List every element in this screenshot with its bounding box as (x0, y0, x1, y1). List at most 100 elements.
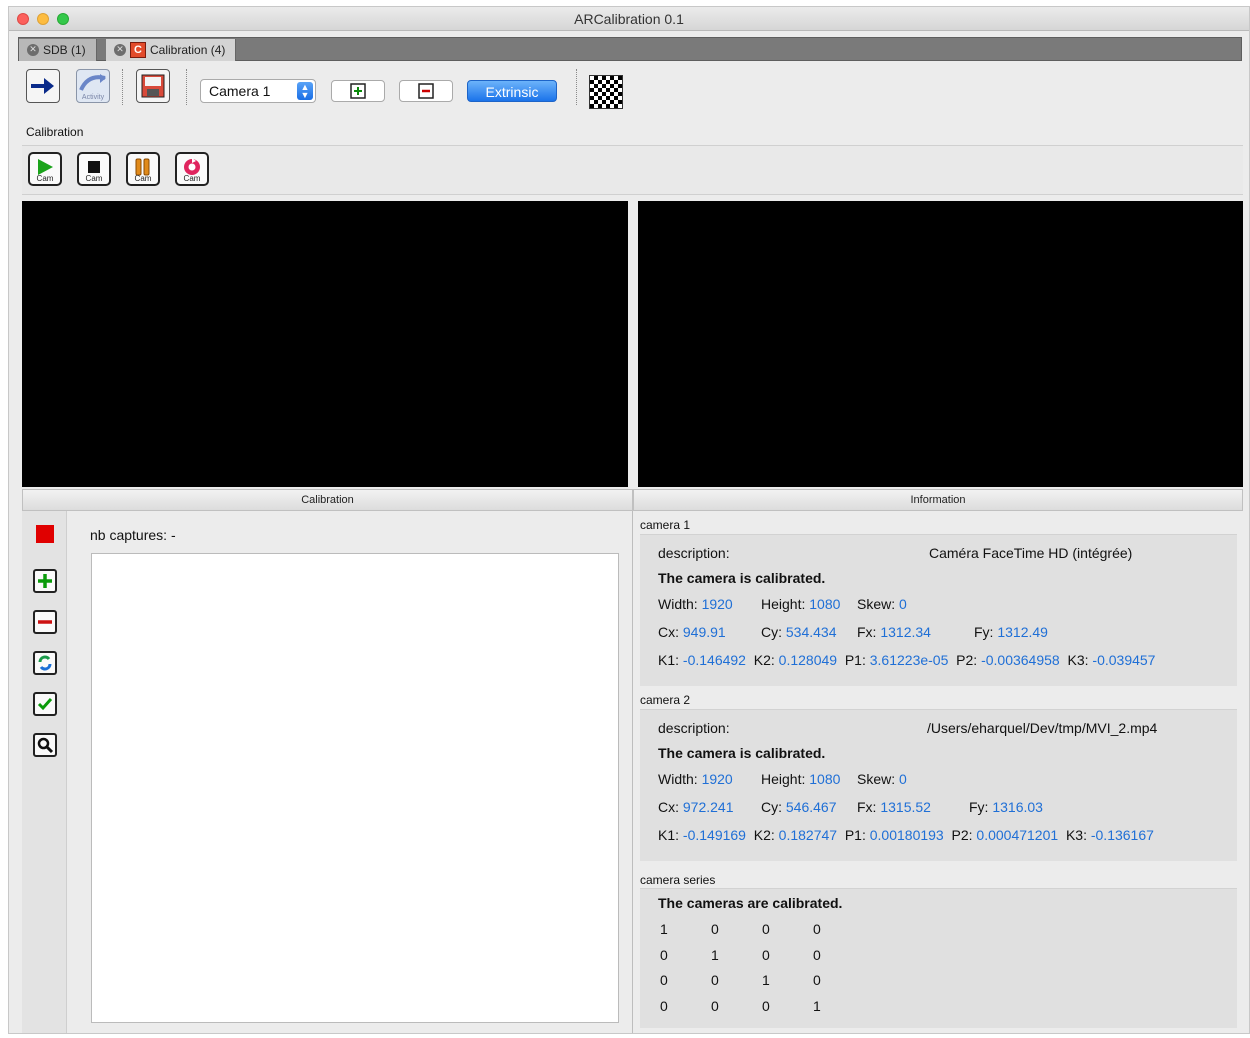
calibration-toolbar: Cam Cam Cam Cam (22, 145, 1243, 195)
nb-captures-value: - (170, 527, 176, 543)
refresh-icon (38, 655, 52, 671)
camera2-description-value: /Users/eharquel/Dev/tmp/MVI_2.mp4 (927, 720, 1158, 736)
stop-cam-button[interactable]: Cam (77, 152, 111, 186)
stop-icon (88, 161, 100, 173)
matrix-cell: 0 (711, 921, 719, 937)
matrix-cell: 1 (711, 946, 719, 963)
camera1-cy: Cy: 534.434 (761, 624, 837, 640)
camera1-title: camera 1 (640, 518, 691, 532)
matrix-cell: 0 (813, 946, 821, 963)
tab-label: SDB (1) (43, 43, 86, 57)
matrix-cell: 1 (813, 997, 821, 1014)
camera1-fx: Fx: 1312.34 (857, 624, 931, 640)
extrinsic-button[interactable]: Extrinsic (467, 80, 557, 102)
plus-icon (350, 83, 366, 99)
camera2-fx: Fx: 1315.52 (857, 799, 931, 815)
pause-cam-button[interactable]: Cam (126, 152, 160, 186)
camera2-distortion: K1: -0.149169 K2: 0.182747 P1: 0.0018019… (658, 827, 1154, 843)
tab-strip: ✕ SDB (1) ✕ C Calibration (4) (18, 37, 1242, 61)
camera-series-status: The cameras are calibrated. (658, 895, 843, 911)
capture-tools (22, 511, 67, 1033)
nb-captures-text: nb captures: - (90, 527, 176, 543)
tab-close-icon[interactable]: ✕ (114, 44, 126, 56)
calibration-panel: nb captures: - (22, 511, 633, 1033)
calibration-app-icon: C (130, 42, 146, 58)
remove-capture-button[interactable] (33, 610, 57, 634)
cam-label: Cam (183, 174, 201, 183)
activity-button[interactable]: Activity (76, 69, 110, 103)
matrix-cell: 0 (762, 997, 770, 1014)
matrix-cell: 0 (711, 972, 719, 988)
app-window: ARCalibration 0.1 ✕ SDB (1) ✕ C Calibrat… (8, 6, 1250, 1034)
camera1-cx: Cx: 949.91 (658, 624, 726, 640)
checkmark-icon (37, 698, 53, 711)
main-toolbar: Activity Camera 1 ▲ ▼ Extrinsic (18, 63, 1242, 111)
camera1-description-label: description: (658, 545, 730, 561)
toolbar-separator (186, 69, 187, 105)
checkerboard-icon[interactable] (589, 75, 623, 109)
camera1-description-value: Caméra FaceTime HD (intégrée) (929, 545, 1133, 561)
camera2-fy: Fy: 1316.03 (969, 799, 1043, 815)
camera-view-left (22, 201, 628, 487)
validate-button[interactable] (33, 692, 57, 716)
record-cam-button[interactable]: Cam (175, 152, 209, 186)
matrix-cell: 0 (813, 921, 821, 937)
camera1-height: Height: 1080 (761, 596, 841, 612)
matrix-cell: 0 (762, 946, 770, 963)
information-panel: camera 1 description: Caméra FaceTime HD… (633, 511, 1243, 1033)
camera1-group: description: Caméra FaceTime HD (intégré… (640, 534, 1237, 686)
inspect-button[interactable] (33, 733, 57, 757)
camera2-height: Height: 1080 (761, 771, 841, 787)
minus-icon (38, 620, 52, 624)
go-button[interactable] (26, 69, 60, 103)
camera-select[interactable]: Camera 1 ▲ ▼ (200, 79, 316, 103)
camera-series-group: The cameras are calibrated. 1 0 0 0 0 1 0 0 0 0 1 0… (640, 888, 1237, 1028)
matrix-cell: 0 (711, 997, 719, 1014)
tab-close-icon[interactable]: ✕ (27, 44, 39, 56)
add-capture-button[interactable] (33, 569, 57, 593)
camera-series-title: camera series (640, 873, 716, 887)
matrix-cell: 0 (660, 997, 668, 1014)
matrix-cell: 0 (762, 921, 770, 937)
tab-sdb[interactable]: ✕ SDB (1) (19, 39, 97, 61)
add-camera-button[interactable] (331, 80, 385, 102)
matrix-cell: 0 (660, 972, 668, 988)
nb-captures-label: nb captures: (90, 527, 168, 543)
cam-label: Cam (36, 174, 54, 183)
camera2-status: The camera is calibrated. (658, 745, 826, 761)
camera1-fy: Fy: 1312.49 (974, 624, 1048, 640)
camera1-status: The camera is calibrated. (658, 570, 826, 586)
camera2-skew: Skew: 0 (857, 771, 907, 787)
save-icon (141, 74, 165, 98)
arrow-right-icon (31, 78, 54, 94)
toolbar-separator (576, 69, 577, 105)
camera2-width: Width: 1920 (658, 771, 733, 787)
start-cam-button[interactable]: Cam (28, 152, 62, 186)
matrix-cell: 0 (660, 946, 668, 963)
window-title: ARCalibration 0.1 (574, 11, 684, 27)
camera1-width: Width: 1920 (658, 596, 733, 612)
remove-camera-button[interactable] (399, 80, 453, 102)
activity-icon (79, 74, 106, 91)
matrix-cell: 0 (813, 972, 821, 988)
minus-icon (418, 83, 434, 99)
title-bar: ARCalibration 0.1 (9, 7, 1249, 31)
camera1-skew: Skew: 0 (857, 596, 907, 612)
camera2-description-label: description: (658, 720, 730, 736)
activity-label: Activity (81, 94, 105, 101)
matrix-cell: 1 (660, 921, 668, 937)
save-button[interactable] (136, 69, 170, 103)
calibration-panel-header: Calibration (22, 489, 633, 511)
camera-select-value: Camera 1 (209, 83, 271, 99)
refresh-button[interactable] (33, 651, 57, 675)
tab-label: Calibration (4) (150, 43, 226, 57)
camera2-group: description: /Users/eharquel/Dev/tmp/MVI… (640, 709, 1237, 861)
matrix-cell: 1 (762, 972, 770, 988)
cam-label: Cam (134, 174, 152, 183)
tab-calibration[interactable]: ✕ C Calibration (4) (106, 39, 237, 61)
camera-view-right (638, 201, 1243, 487)
information-panel-header: Information (633, 489, 1243, 511)
camera2-cx: Cx: 972.241 (658, 799, 734, 815)
recording-indicator-icon (36, 525, 54, 543)
captures-list[interactable] (91, 553, 619, 1023)
